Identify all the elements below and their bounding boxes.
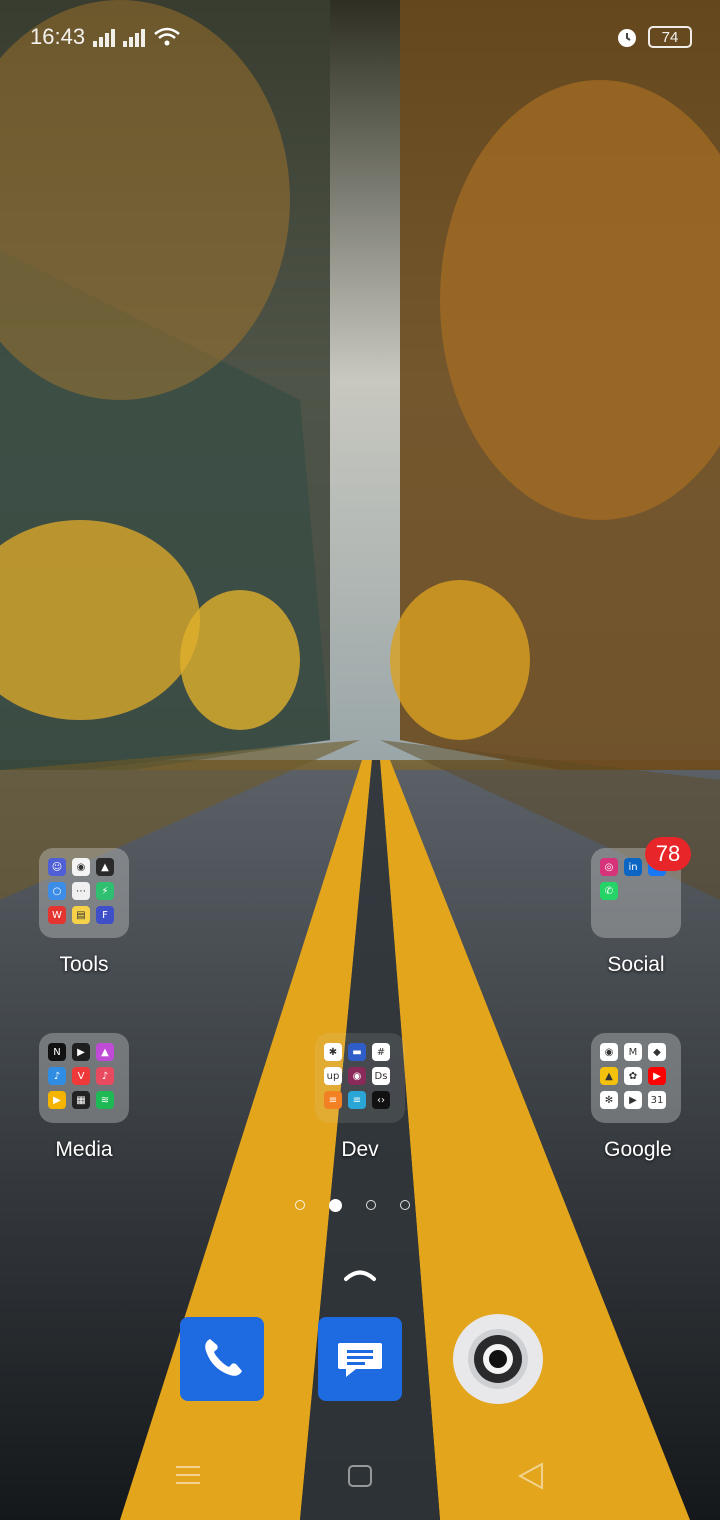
pinwheel-icon: ✻ <box>600 1091 618 1109</box>
home-icon[interactable] <box>348 1465 372 1487</box>
maps-icon: ◆ <box>648 1043 666 1061</box>
notification-badge: 78 <box>645 837 691 871</box>
folder-google[interactable]: ◉ M ◆ ▲ ✿ ▶ ✻ ▶ 31 <box>591 1033 681 1123</box>
layers-icon: ≡ <box>348 1091 366 1109</box>
back-icon[interactable] <box>517 1462 543 1490</box>
linkedin-icon: in <box>624 858 642 876</box>
wallpaper <box>0 0 720 1520</box>
instagram-icon: ◎ <box>600 858 618 876</box>
folder-media[interactable]: N ▶ ▲ ♪ V ♪ ▶ ▦ ≋ <box>39 1033 129 1123</box>
messages-icon <box>338 1343 382 1377</box>
upwork-icon: up <box>324 1067 342 1085</box>
contacts-icon: ☺ <box>48 858 66 876</box>
youtube-icon: ▶ <box>648 1067 666 1085</box>
sound-icon: ◉ <box>72 858 90 876</box>
wps-icon: W <box>48 906 66 924</box>
drive-icon: ▲ <box>600 1067 618 1085</box>
mobile-icon: ▬ <box>348 1043 366 1061</box>
music-icon: ♪ <box>48 1067 66 1085</box>
page-dot[interactable] <box>366 1200 376 1210</box>
menu-icon[interactable] <box>176 1466 200 1484</box>
signal-icon <box>123 27 146 47</box>
bolt-icon: ⚡ <box>96 882 114 900</box>
notes-icon: ▤ <box>72 906 90 924</box>
page-dot[interactable] <box>400 1200 410 1210</box>
gallery-icon: ▲ <box>96 1043 114 1061</box>
keyboard-icon: ⋯ <box>72 882 90 900</box>
photos-icon: ✿ <box>624 1067 642 1085</box>
battery-icon: 74 <box>648 26 692 48</box>
radio-icon: ▦ <box>72 1091 90 1109</box>
folder-label-tools: Tools <box>59 953 109 976</box>
play-store-icon: ▶ <box>624 1091 642 1109</box>
slack-icon: # <box>372 1043 390 1061</box>
folder-label-google: Google <box>604 1138 672 1161</box>
gmail-icon: M <box>624 1043 642 1061</box>
phone-app-button[interactable] <box>180 1317 264 1401</box>
navigation-icon: ▲ <box>96 858 114 876</box>
page-dot[interactable] <box>295 1200 305 1210</box>
browser-icon: ○ <box>48 882 66 900</box>
page-dot[interactable] <box>329 1199 342 1212</box>
folder-tools[interactable]: ☺ ◉ ▲ ○ ⋯ ⚡ W ▤ F <box>39 848 129 938</box>
forms-icon: F <box>96 906 114 924</box>
phone-icon <box>205 1339 242 1376</box>
calendar-icon: 31 <box>648 1091 666 1109</box>
status-time: 16:43 <box>30 24 86 49</box>
page-indicator[interactable] <box>295 1199 410 1212</box>
folder-label-dev: Dev <box>341 1138 379 1161</box>
wifi-icon <box>154 27 180 46</box>
alarm-icon <box>618 29 636 47</box>
spotify-icon: ≋ <box>96 1091 114 1109</box>
runner-icon: ✱ <box>324 1043 342 1061</box>
folder-label-media: Media <box>55 1138 113 1161</box>
whatsapp-icon: ✆ <box>600 882 618 900</box>
battery-level: 74 <box>661 28 679 46</box>
camera-app-button[interactable] <box>453 1314 543 1404</box>
git-icon: ◉ <box>348 1067 366 1085</box>
folder-dev[interactable]: ✱ ▬ # up ◉ Ds ≡ ≡ ‹› <box>315 1033 405 1123</box>
signal-icon <box>93 27 116 47</box>
wallpaper-road-scene <box>0 0 720 1520</box>
chevron-up-icon[interactable] <box>340 1262 380 1286</box>
ds-icon: Ds <box>372 1067 390 1085</box>
player-icon: ▶ <box>72 1043 90 1061</box>
stackoverflow-icon: ≡ <box>324 1091 342 1109</box>
podcast-icon: ▶ <box>48 1091 66 1109</box>
camera-icon <box>468 1329 528 1389</box>
vivaldi-icon: V <box>72 1067 90 1085</box>
netflix-icon: N <box>48 1043 66 1061</box>
messages-app-button[interactable] <box>318 1317 402 1401</box>
code-icon: ‹› <box>372 1091 390 1109</box>
folder-label-social: Social <box>607 953 665 976</box>
status-bar: 16:43 74 <box>30 22 692 52</box>
tiktok-icon: ♪ <box>96 1067 114 1085</box>
chrome-icon: ◉ <box>600 1043 618 1061</box>
navigation-bar <box>176 1462 543 1490</box>
